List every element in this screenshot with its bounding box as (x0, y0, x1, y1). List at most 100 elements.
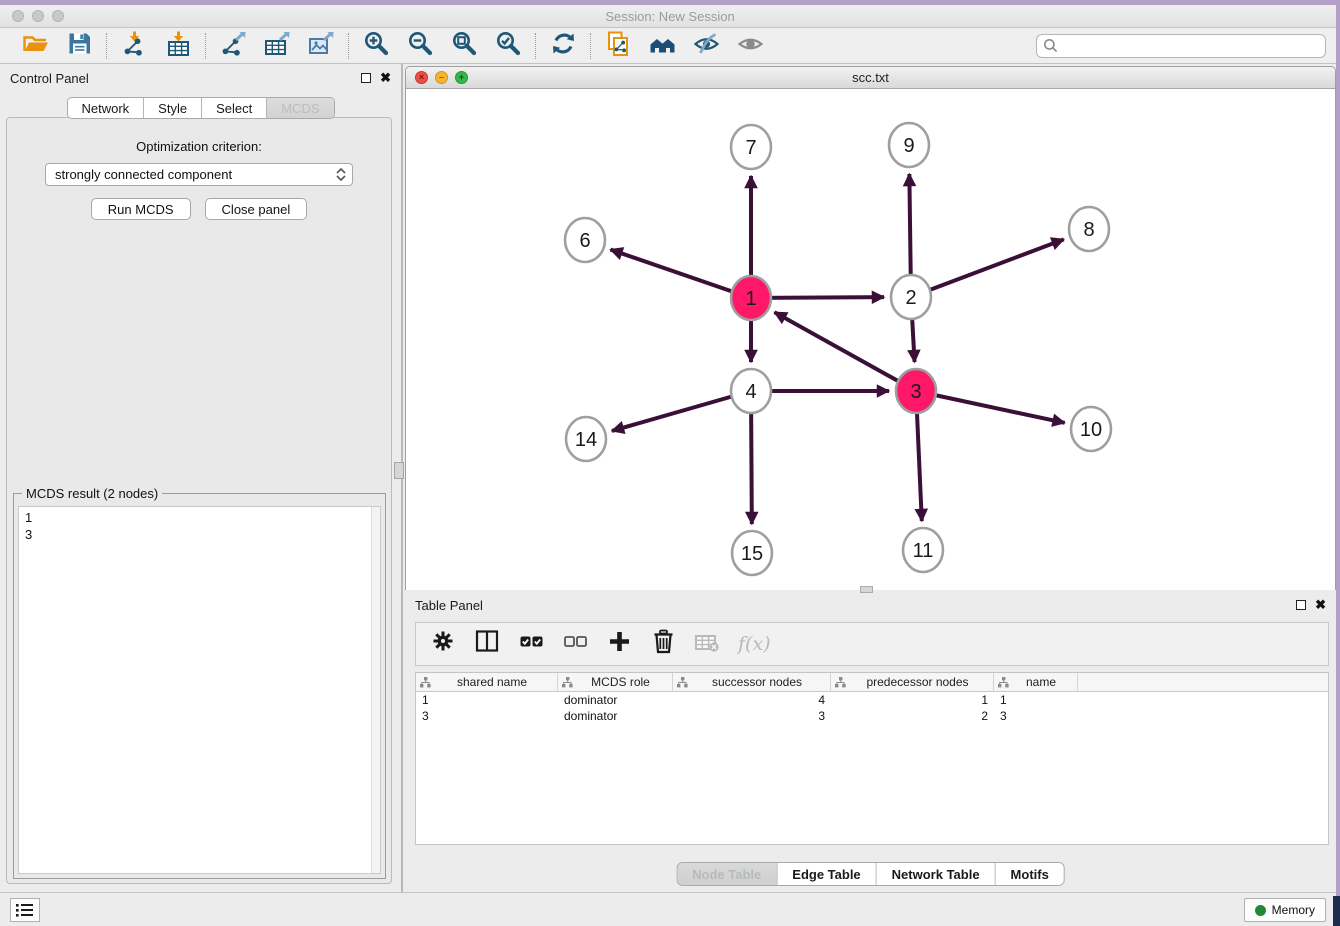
cell[interactable]: dominator (558, 708, 673, 724)
memory-button[interactable]: Memory (1244, 898, 1326, 922)
export-network-button[interactable] (219, 32, 247, 60)
table-header-row: shared nameMCDS rolesuccessor nodesprede… (416, 673, 1328, 692)
zoom-fit-button[interactable] (450, 32, 478, 60)
split-panel-button[interactable] (474, 631, 501, 658)
network-minimize-button[interactable]: – (435, 71, 448, 84)
close-panel-button[interactable]: ✖ (380, 73, 391, 83)
column-header-successor-nodes[interactable]: successor nodes (673, 673, 831, 691)
column-header-shared-name[interactable]: shared name (416, 673, 558, 691)
cell[interactable]: 4 (673, 692, 831, 708)
cell[interactable]: 3 (673, 708, 831, 724)
float-table-panel-button[interactable] (1296, 600, 1306, 610)
zoom-in-button[interactable] (362, 32, 390, 60)
search-icon (1043, 38, 1058, 58)
node-3[interactable]: 3 (896, 369, 936, 413)
tab-edge-table[interactable]: Edge Table (777, 863, 876, 885)
node-1[interactable]: 1 (731, 276, 771, 320)
tree-icon (998, 677, 1009, 688)
column-header-name[interactable]: name (994, 673, 1078, 691)
edge-4-14[interactable] (612, 391, 751, 431)
add-row-button[interactable] (606, 631, 633, 658)
delete-table-icon (694, 628, 721, 660)
optimization-criterion-select[interactable]: strongly connected component (45, 163, 353, 186)
node-11[interactable]: 11 (903, 528, 943, 572)
cell[interactable]: 1 (994, 692, 1078, 708)
network-view-window: × – + scc.txt 1 2 3 4 6 7 8 9 10 11 14 15 (405, 66, 1336, 590)
run-mcds-button[interactable]: Run MCDS (91, 198, 191, 220)
column-header-MCDS-role[interactable]: MCDS role (558, 673, 673, 691)
network-maximize-button[interactable]: + (455, 71, 468, 84)
network-canvas[interactable]: 1 2 3 4 6 7 8 9 10 11 14 15 (406, 89, 1335, 590)
open-session-button[interactable] (21, 32, 49, 60)
node-7[interactable]: 7 (731, 125, 771, 169)
tab-motifs[interactable]: Motifs (996, 863, 1064, 885)
export-image-button[interactable] (307, 32, 335, 60)
select-all-button[interactable] (518, 631, 545, 658)
node-15[interactable]: 15 (732, 531, 772, 575)
table-panel-title: Table Panel (415, 598, 483, 613)
import-network-button[interactable] (120, 32, 148, 60)
search-input[interactable] (1036, 34, 1326, 58)
zoom-out-button[interactable] (406, 32, 434, 60)
edge-2-8[interactable] (911, 239, 1064, 297)
function-builder-icon: f(x) (738, 633, 771, 655)
horizontal-splitter-handle[interactable] (860, 586, 873, 593)
node-8[interactable]: 8 (1069, 207, 1109, 251)
export-table-button[interactable] (263, 32, 291, 60)
table-row[interactable]: 3dominator323 (416, 708, 1328, 724)
hide-graphics-details-button[interactable] (692, 32, 720, 60)
import-table-button[interactable] (164, 32, 192, 60)
close-table-panel-button[interactable]: ✖ (1315, 600, 1326, 610)
tree-icon (677, 677, 688, 688)
settings-icon (430, 628, 457, 660)
node-6[interactable]: 6 (565, 218, 605, 262)
zoom-selected-button[interactable] (494, 32, 522, 60)
close-mcds-panel-button[interactable]: Close panel (205, 198, 308, 220)
network-window-titlebar: × – + scc.txt (406, 67, 1335, 89)
cell[interactable]: 3 (416, 708, 558, 724)
table-tabs: Node TableEdge TableNetwork TableMotifs (676, 862, 1065, 886)
refresh-button[interactable] (549, 32, 577, 60)
network-window-title: scc.txt (406, 70, 1335, 85)
node-2[interactable]: 2 (891, 275, 931, 319)
delete-row-button[interactable] (650, 631, 677, 658)
control-panel: Control Panel ✖ NetworkStyleSelectMCDS O… (0, 64, 403, 892)
cell[interactable]: dominator (558, 692, 673, 708)
settings-button[interactable] (430, 631, 457, 658)
first-neighbors-button[interactable] (648, 32, 676, 60)
tab-mcds[interactable]: MCDS (267, 98, 333, 118)
deselect-all-button[interactable] (562, 631, 589, 658)
show-graphics-details-button[interactable] (736, 32, 764, 60)
new-network-from-selection-button[interactable] (604, 32, 632, 60)
column-header-predecessor-nodes[interactable]: predecessor nodes (831, 673, 994, 691)
delete-row-icon (650, 628, 677, 660)
tab-network[interactable]: Network (67, 98, 144, 118)
open-session-icon (22, 30, 49, 62)
mcds-result-textarea[interactable]: 1 3 (18, 506, 381, 874)
network-close-button[interactable]: × (415, 71, 428, 84)
tab-style[interactable]: Style (144, 98, 202, 118)
node-10[interactable]: 10 (1071, 407, 1111, 451)
cell[interactable]: 1 (416, 692, 558, 708)
cell[interactable]: 3 (994, 708, 1078, 724)
tab-node-table[interactable]: Node Table (677, 863, 777, 885)
table-row[interactable]: 1dominator411 (416, 692, 1328, 708)
chevron-up-down-icon (334, 166, 348, 183)
float-panel-button[interactable] (361, 73, 371, 83)
tab-select[interactable]: Select (202, 98, 267, 118)
node-4[interactable]: 4 (731, 369, 771, 413)
node-14[interactable]: 14 (566, 417, 606, 461)
edge-1-6[interactable] (610, 250, 751, 298)
save-session-button[interactable] (65, 32, 93, 60)
list-icon (15, 902, 35, 918)
tab-network-table[interactable]: Network Table (877, 863, 996, 885)
cell[interactable]: 2 (831, 708, 994, 724)
mcds-result-scrollbar[interactable] (371, 507, 380, 873)
task-history-button[interactable] (10, 898, 40, 922)
cell[interactable]: 1 (831, 692, 994, 708)
vertical-splitter-handle[interactable] (394, 462, 404, 479)
node-9[interactable]: 9 (889, 123, 929, 167)
edge-3-1[interactable] (775, 312, 916, 391)
zoom-out-icon (407, 30, 434, 62)
edge-3-10[interactable] (916, 391, 1065, 423)
